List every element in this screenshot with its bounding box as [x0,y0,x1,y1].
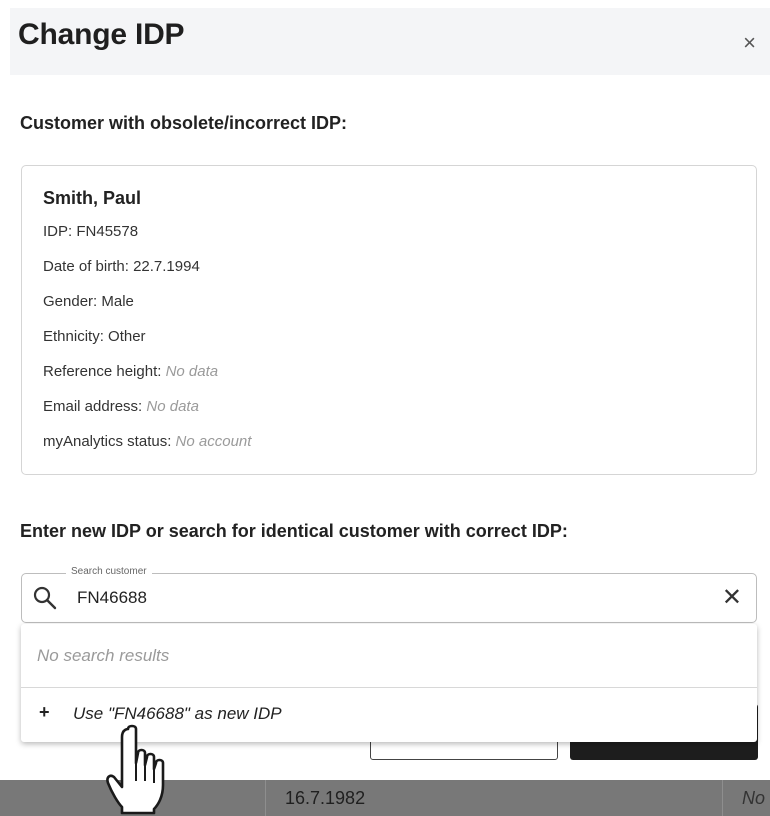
email-label: Email address: [43,398,143,415]
search-customer-field[interactable]: Search customer FN46688 ✕ [21,566,757,623]
gender-label: Gender: [43,293,98,310]
row-no-value: No [742,788,766,808]
plus-icon: + [39,702,50,722]
dob-value: 22.7.1994 [133,258,200,275]
search-icon [33,586,57,610]
clear-search-icon[interactable]: ✕ [722,583,742,612]
close-icon[interactable]: × [743,30,756,56]
search-input[interactable]: FN46688 [77,588,147,608]
obsolete-idp-heading: Customer with obsolete/incorrect IDP: [20,113,348,133]
dialog-title: Change IDP [18,18,185,51]
no-search-results: No search results [37,646,170,665]
dob-label: Date of birth: [43,258,129,275]
row-date: 16.7.1982 [285,788,366,808]
ethnicity-label: Ethnicity: [43,328,104,345]
search-field-label: Search customer [66,566,152,577]
idp-label: IDP: [43,223,73,240]
hand-pointer-cursor-icon [106,724,165,815]
ethnicity-value: Other [108,328,146,345]
customer-dob: Date of birth: 22.7.1994 [43,258,200,275]
customer-ref-height: Reference height: No data [43,363,218,380]
gender-value: Male [101,293,134,310]
dialog-header: Change IDP × [10,8,770,75]
customer-ethnicity: Ethnicity: Other [43,328,146,345]
customer-card: Smith, Paul IDP: FN45578 Date of birth: … [21,165,757,475]
customer-name: Smith, Paul [43,188,142,208]
email-value: No data [146,398,199,415]
customer-email: Email address: No data [43,398,199,415]
ref-height-label: Reference height: [43,363,162,380]
myanalytics-label: myAnalytics status: [43,433,172,450]
new-idp-heading: Enter new IDP or search for identical cu… [20,521,568,541]
column-divider [722,780,723,816]
customer-myanalytics: myAnalytics status: No account [43,433,251,450]
use-as-new-idp-label: Use "FN46688" as new IDP [73,704,282,723]
customer-gender: Gender: Male [43,293,134,310]
column-divider [265,780,266,816]
idp-value: FN45578 [76,223,139,240]
customer-idp: IDP: FN45578 [43,223,138,240]
ref-height-value: No data [165,363,219,380]
myanalytics-value: No account [175,433,252,450]
